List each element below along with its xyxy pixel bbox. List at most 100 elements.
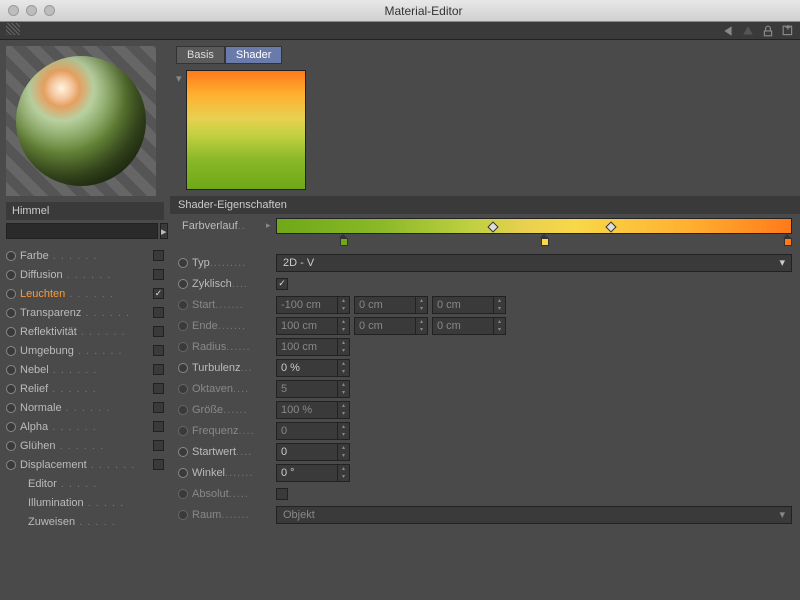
anim-dot[interactable] [6, 251, 16, 261]
anim-dot [178, 321, 188, 331]
anim-dot[interactable] [6, 365, 16, 375]
ende-y-input [354, 317, 416, 335]
window-title: Material-Editor [55, 4, 792, 18]
gradient-stop[interactable] [783, 234, 791, 244]
gradient-stop[interactable] [339, 234, 347, 244]
channel-checkbox[interactable] [153, 345, 164, 356]
zyklisch-checkbox[interactable]: ✓ [276, 278, 288, 290]
anim-dot[interactable] [6, 403, 16, 413]
start-z-input [432, 296, 494, 314]
anim-dot[interactable] [6, 308, 16, 318]
shader-preview[interactable] [186, 70, 306, 190]
anim-dot[interactable] [178, 258, 188, 268]
anim-dot [178, 384, 188, 394]
search-input[interactable] [6, 223, 158, 239]
row-frequenz: Frequenz.... ▴▾ [178, 420, 792, 441]
anim-dot [178, 342, 188, 352]
absolut-checkbox [276, 488, 288, 500]
anim-dot[interactable] [6, 270, 16, 280]
anim-dot[interactable] [6, 384, 16, 394]
row-turbulenz: Turbulenz... ▴▾ [178, 357, 792, 378]
anim-dot[interactable] [6, 460, 16, 470]
anim-dot[interactable] [178, 447, 188, 457]
expand-icon[interactable]: ▾ [176, 70, 186, 190]
anim-dot[interactable] [6, 327, 16, 337]
channel-checkbox[interactable] [153, 326, 164, 337]
groesse-input [276, 401, 338, 419]
channel-checkbox[interactable] [153, 440, 164, 451]
channel-checkbox[interactable] [153, 459, 164, 470]
startwert-input[interactable] [276, 443, 338, 461]
back-arrow-icon[interactable] [722, 25, 734, 37]
radius-input [276, 338, 338, 356]
channel-checkbox[interactable] [153, 421, 164, 432]
oktaven-input [276, 380, 338, 398]
toolbar [0, 22, 800, 40]
anim-dot[interactable] [6, 441, 16, 451]
anim-dot[interactable] [178, 468, 188, 478]
tab-basis[interactable]: Basis [176, 46, 225, 64]
zoom-window-button[interactable] [44, 5, 55, 16]
channel-checkbox[interactable] [153, 383, 164, 394]
gradient-stop[interactable] [540, 234, 548, 244]
tab-shader[interactable]: Shader [225, 46, 282, 64]
gradient-menu-icon[interactable]: ▸ [266, 220, 272, 231]
anim-dot[interactable] [6, 346, 16, 356]
titlebar: Material-Editor [0, 0, 800, 22]
section-header: Shader-Eigenschaften [170, 196, 800, 214]
channel-normale[interactable]: Normale . . . . . . [6, 398, 164, 417]
gradient-knot[interactable] [605, 221, 616, 232]
anim-dot [178, 510, 188, 520]
row-start: Start....... ▴▾ ▴▾ ▴▾ [178, 294, 792, 315]
channel-leuchten[interactable]: Leuchten . . . . . .✓ [6, 284, 164, 303]
anim-dot[interactable] [178, 363, 188, 373]
material-preview[interactable] [6, 46, 156, 196]
channel-farbe[interactable]: Farbe . . . . . . [6, 246, 164, 265]
gradient-editor[interactable] [276, 218, 792, 246]
up-arrow-icon[interactable] [742, 25, 754, 37]
channel-nebel[interactable]: Nebel . . . . . . [6, 360, 164, 379]
row-groesse: Größe...... ▴▾ [178, 399, 792, 420]
raum-select: Objekt▾ [276, 506, 792, 524]
channel-diffusion[interactable]: Diffusion . . . . . . [6, 265, 164, 284]
channel-relief[interactable]: Relief . . . . . . [6, 379, 164, 398]
subitem-zuweisen[interactable]: Zuweisen . . . . . [6, 512, 164, 531]
sidebar: Himmel ▸ ◎ Farbe . . . . . .Diffusion . … [0, 40, 170, 600]
channel-glühen[interactable]: Glühen . . . . . . [6, 436, 164, 455]
subitem-editor[interactable]: Editor . . . . . [6, 474, 164, 493]
channel-reflektivität[interactable]: Reflektivität . . . . . . [6, 322, 164, 341]
anim-dot[interactable] [178, 279, 188, 289]
channel-checkbox[interactable] [153, 402, 164, 413]
anim-dot[interactable] [6, 422, 16, 432]
winkel-input[interactable] [276, 464, 338, 482]
channel-alpha[interactable]: Alpha . . . . . . [6, 417, 164, 436]
close-window-button[interactable] [8, 5, 19, 16]
row-typ: Typ......... 2D - V▾ [178, 252, 792, 273]
menu-icon[interactable] [6, 23, 20, 35]
new-tab-icon[interactable] [782, 25, 794, 37]
typ-select[interactable]: 2D - V▾ [276, 254, 792, 272]
channel-checkbox[interactable] [153, 307, 164, 318]
anim-dot [178, 405, 188, 415]
ende-z-input [432, 317, 494, 335]
channel-checkbox[interactable] [153, 269, 164, 280]
gradient-knot[interactable] [487, 221, 498, 232]
material-name-field[interactable]: Himmel [6, 202, 164, 220]
turbulenz-input[interactable] [276, 359, 338, 377]
anim-dot[interactable] [6, 289, 16, 299]
row-oktaven: Oktaven.... ▴▾ [178, 378, 792, 399]
channel-displacement[interactable]: Displacement . . . . . . [6, 455, 164, 474]
channel-checkbox[interactable] [153, 364, 164, 375]
search-menu-button[interactable]: ▸ [160, 223, 168, 239]
subitem-illumination[interactable]: Illumination . . . . . [6, 493, 164, 512]
channel-umgebung[interactable]: Umgebung . . . . . . [6, 341, 164, 360]
channel-checkbox[interactable] [153, 250, 164, 261]
minimize-window-button[interactable] [26, 5, 37, 16]
row-raum: Raum....... Objekt▾ [178, 504, 792, 525]
row-ende: Ende....... ▴▾ ▴▾ ▴▾ [178, 315, 792, 336]
channel-checkbox[interactable]: ✓ [153, 288, 164, 299]
lock-icon[interactable] [762, 25, 774, 37]
start-x-input [276, 296, 338, 314]
ende-x-input [276, 317, 338, 335]
channel-transparenz[interactable]: Transparenz . . . . . . [6, 303, 164, 322]
